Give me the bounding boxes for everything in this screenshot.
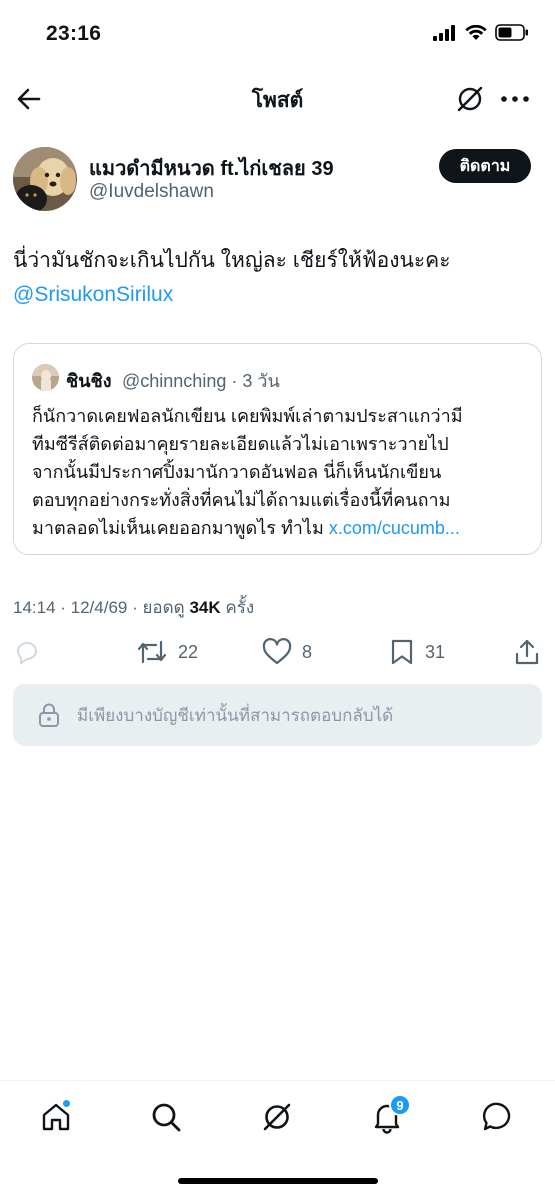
post-author: แมวดำมีหนวด ft.ไก่เชลย 39 @Iuvdelshawn ต… — [0, 140, 555, 220]
post-text: นี่ว่ามันชักจะเกินไปกัน ใหญ่ละ เชียร์ให้… — [13, 244, 543, 312]
tab-grok[interactable] — [257, 1097, 297, 1137]
repost-count: 22 — [178, 641, 199, 662]
reply-button[interactable] — [13, 638, 41, 666]
repost-button[interactable]: 22 — [136, 638, 198, 666]
tab-search[interactable] — [146, 1097, 186, 1137]
reply-icon — [17, 642, 37, 665]
like-button[interactable]: 8 — [262, 638, 312, 666]
tab-messages[interactable] — [478, 1097, 518, 1137]
quote-avatar-image — [32, 364, 59, 391]
quote-line: มาตลอดไม่เห็นเคยออกมาพูดไร ทำไม x.com/cu… — [32, 514, 532, 542]
status-time: 23:16 — [46, 22, 102, 45]
quote-text: ก็นักวาดเคยฟอลนักเขียน เคยพิมพ์เล่าตามปร… — [32, 402, 532, 542]
home-unread-dot — [62, 1099, 71, 1108]
post-body: นี่ว่ามันชักจะเกินไปกัน ใหญ่ละ เชียร์ให้… — [13, 249, 451, 272]
quote-author-handle: @chinnching · 3 วัน — [122, 371, 280, 391]
quote-last-line: มาตลอดไม่เห็นเคยออกมาพูดไร ทำไม — [32, 518, 329, 538]
more-icon — [501, 96, 529, 102]
repost-icon — [137, 640, 167, 664]
home-indicator — [178, 1178, 378, 1184]
author-name[interactable]: แมวดำมีหนวด ft.ไก่เชลย 39 — [89, 152, 334, 184]
grok-tab-icon — [263, 1103, 291, 1131]
view-count-suffix: ครั้ง — [220, 598, 255, 617]
like-icon — [262, 638, 292, 665]
quote-line: ทีมซีรีส์ติดต่อมาคุยรายละเอียดแล้วไม่เอา… — [32, 434, 449, 454]
share-icon — [515, 639, 539, 665]
post-meta: 14:14 · 12/4/69 · ยอดดู 34K ครั้ง — [13, 594, 254, 621]
quoted-post[interactable]: ชินชิง @chinnching · 3 วัน ก็นักวาดเคยฟอ… — [13, 343, 542, 555]
mention-link[interactable]: @SrisukonSirilux — [13, 278, 543, 312]
cellular-signal-icon — [433, 24, 455, 41]
view-count: 34K — [189, 598, 221, 617]
tab-notifications[interactable]: 9 — [367, 1094, 411, 1137]
restricted-reply-text: มีเพียงบางบัญชีเท่านั้นที่สามารถตอบกลับไ… — [77, 705, 394, 725]
search-icon — [152, 1103, 181, 1132]
follow-button[interactable]: ติดตาม — [439, 149, 531, 183]
like-count: 8 — [302, 641, 313, 662]
restricted-reply-notice: มีเพียงบางบัญชีเท่านั้นที่สามารถตอบกลับไ… — [13, 684, 542, 746]
wifi-icon — [465, 24, 487, 40]
avatar-image — [13, 147, 77, 211]
quote-line: จากนั้นมีประกาศปิ้งมานักวาดอันฟอล นี่ก็เ… — [32, 462, 442, 482]
post-datetime: 14:14 · 12/4/69 · ยอดดู — [13, 598, 190, 617]
more-button[interactable] — [498, 84, 532, 114]
nav-bar: โพสต์ — [0, 72, 555, 124]
quote-author-name: ชินชิง — [66, 371, 112, 391]
lock-icon — [39, 703, 59, 727]
author-handle[interactable]: @Iuvdelshawn — [89, 181, 214, 203]
share-button[interactable] — [513, 638, 541, 666]
status-bar: 23:16 — [0, 0, 555, 70]
messages-icon — [482, 1102, 511, 1131]
avatar[interactable] — [13, 147, 77, 211]
bookmark-icon — [391, 639, 413, 665]
notification-badge: 9 — [389, 1094, 411, 1116]
grok-icon — [457, 86, 483, 112]
battery-icon — [495, 24, 528, 41]
quote-line: ก็นักวาดเคยฟอลนักเขียน เคยพิมพ์เล่าตามปร… — [32, 406, 463, 426]
quote-link[interactable]: x.com/cucumb... — [329, 518, 460, 538]
quote-line: ตอบทุกอย่างกระทั่งสิ่งที่คนไม่ได้ถามแต่เ… — [32, 490, 451, 510]
tab-home[interactable] — [36, 1097, 76, 1137]
quote-avatar — [32, 364, 59, 391]
grok-button[interactable] — [454, 83, 486, 115]
status-icons — [433, 24, 529, 41]
bookmark-button[interactable]: 31 — [389, 638, 445, 666]
action-bar: 22 8 31 — [0, 634, 555, 674]
bookmark-count: 31 — [425, 641, 446, 662]
